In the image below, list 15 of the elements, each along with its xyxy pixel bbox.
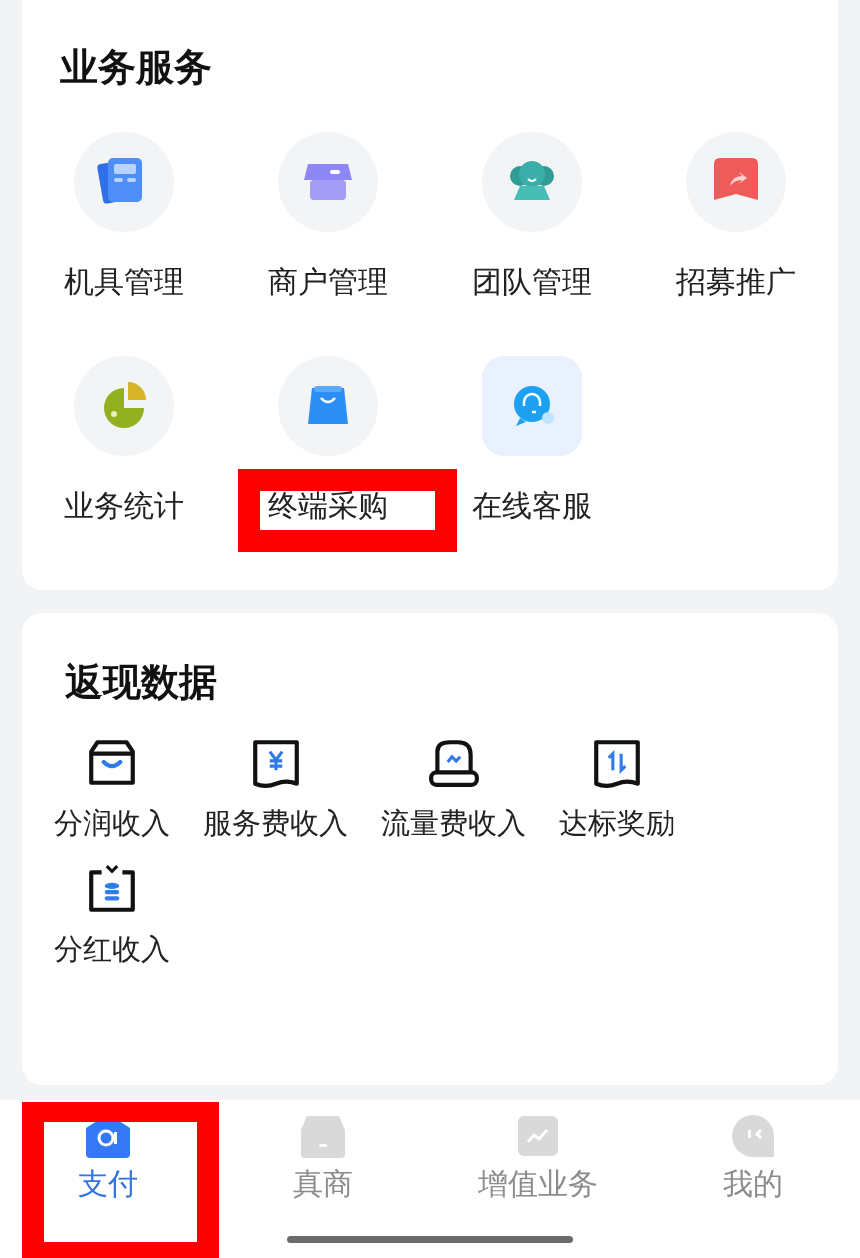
service-label[interactable]: 终端采购: [268, 488, 388, 524]
service-label[interactable]: 商户管理: [268, 264, 388, 300]
cashback-label[interactable]: 分红收入: [54, 931, 170, 967]
section-title: 返现数据: [64, 663, 218, 701]
cashback-label[interactable]: 达标奖励: [559, 805, 675, 841]
service-label[interactable]: 业务统计: [64, 488, 184, 524]
cashback-label[interactable]: 分润收入: [54, 805, 170, 841]
section-title: 业务服务: [59, 48, 213, 86]
service-label[interactable]: 机具管理: [64, 264, 184, 300]
cashback-label[interactable]: 服务费收入: [203, 805, 348, 841]
service-label[interactable]: 在线客服: [472, 488, 592, 524]
cashback-label[interactable]: 流量费收入: [381, 805, 526, 841]
service-label[interactable]: 团队管理: [472, 264, 592, 300]
tab-button[interactable]: 支付: [73, 1112, 142, 1258]
service-label[interactable]: 招募推广: [676, 264, 796, 300]
